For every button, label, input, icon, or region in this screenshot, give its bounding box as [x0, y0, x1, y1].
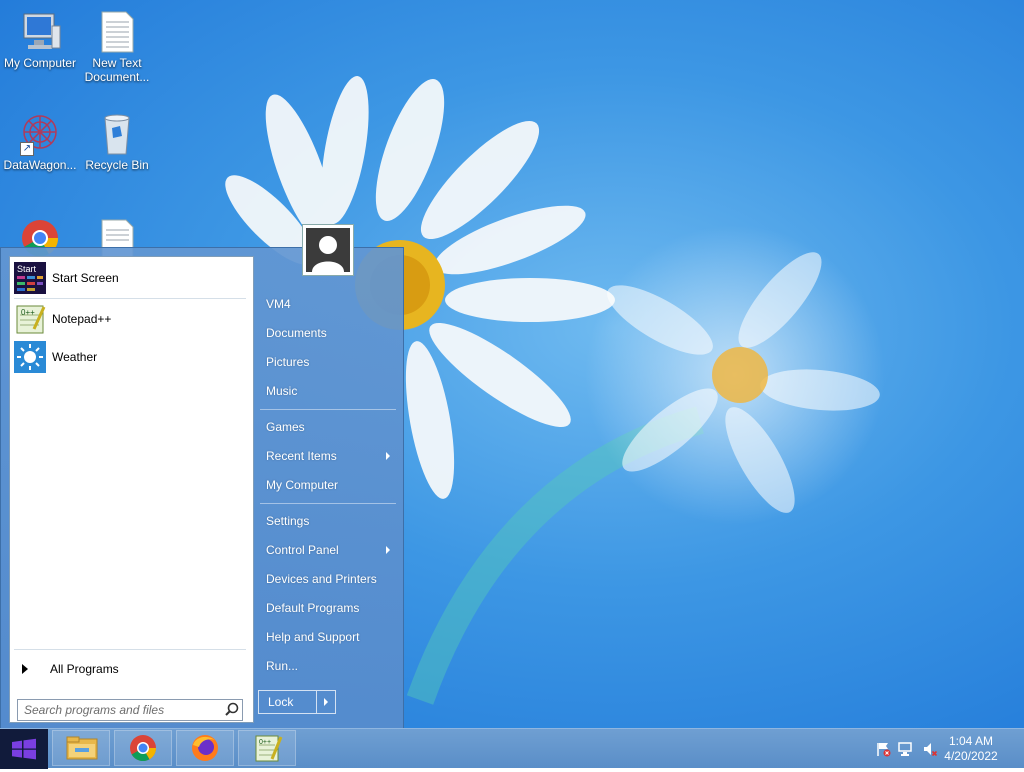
place-music[interactable]: Music: [266, 381, 396, 401]
start-menu-programs-pane: Start Start Screen 0++ Notepad++ Weather…: [9, 256, 254, 723]
folder-icon: [66, 736, 98, 760]
taskbar-firefox[interactable]: [176, 730, 234, 766]
place-label: My Computer: [266, 478, 339, 492]
desktop-icon-label: DataWagon...: [3, 158, 77, 172]
place-control-panel[interactable]: Control Panel: [266, 540, 396, 560]
start-screen-badge-text: Start: [17, 264, 37, 274]
place-recent-items[interactable]: Recent Items: [266, 446, 396, 466]
search-icon[interactable]: [222, 700, 242, 720]
lock-button[interactable]: Lock: [258, 690, 336, 714]
svg-text:0++: 0++: [259, 739, 271, 746]
action-center-flag-icon[interactable]: [875, 741, 891, 757]
chrome-icon: [130, 735, 157, 762]
network-icon[interactable]: [898, 741, 914, 757]
submenu-arrow-icon: [386, 546, 390, 554]
computer-icon: [16, 10, 64, 54]
power-options-arrow-icon[interactable]: [316, 691, 335, 713]
lock-label: Lock: [268, 695, 294, 709]
place-label: Pictures: [266, 355, 310, 369]
taskbar: 0++ 1:04 AM 4/20/2022: [0, 728, 1024, 769]
search-box: [17, 699, 243, 721]
system-clock[interactable]: 1:04 AM 4/20/2022: [936, 734, 1006, 764]
desktop-icon-label: My Computer: [3, 56, 77, 70]
desktop-icon-my-computer[interactable]: My Computer: [0, 10, 80, 70]
windows-logo-icon: [12, 738, 36, 760]
expand-arrow-icon: [22, 664, 28, 674]
start-button[interactable]: [0, 729, 48, 769]
all-programs-separator: [14, 649, 246, 650]
taskbar-file-explorer[interactable]: [52, 730, 110, 766]
places-separator: [260, 409, 396, 410]
shortcut-arrow-icon: ↗: [20, 142, 34, 156]
place-default-programs[interactable]: Default Programs: [266, 598, 396, 618]
desktop-icon-new-text-document[interactable]: New Text Document...: [77, 10, 157, 84]
search-input[interactable]: [18, 702, 222, 718]
place-label: Devices and Printers: [266, 572, 377, 586]
notepad-plus-plus-icon: 0++: [255, 735, 283, 762]
place-label: Run...: [266, 659, 299, 673]
desktop-icon-recycle-bin[interactable]: Recycle Bin: [77, 112, 157, 172]
user-icon: [306, 228, 350, 272]
pinned-item-label: Notepad++: [52, 312, 112, 326]
place-label: Recent Items: [266, 449, 337, 463]
user-account-picture[interactable]: [302, 224, 354, 276]
place-label: Control Panel: [266, 543, 339, 557]
place-label: Music: [266, 384, 298, 398]
text-document-icon: [93, 10, 141, 54]
desktop-icon-label: New Text Document...: [84, 56, 150, 84]
place-label: Documents: [266, 326, 327, 340]
place-label: Games: [266, 420, 305, 434]
place-documents[interactable]: Documents: [266, 323, 396, 343]
pinned-separator: [14, 298, 246, 299]
place-devices-and-printers[interactable]: Devices and Printers: [266, 569, 396, 589]
place-label: Settings: [266, 514, 310, 528]
pinned-notepad-plus-plus[interactable]: 0++ Notepad++: [14, 302, 248, 336]
submenu-arrow-icon: [386, 452, 390, 460]
desktop-icon-datawagon[interactable]: ↗ DataWagon...: [0, 112, 80, 172]
pinned-item-label: Weather: [52, 350, 98, 364]
taskbar-chrome[interactable]: [114, 730, 172, 766]
place-games[interactable]: Games: [266, 417, 396, 437]
taskbar-notepad-plus-plus[interactable]: 0++: [238, 730, 296, 766]
clock-time: 1:04 AM: [948, 734, 994, 748]
clock-date: 4/20/2022: [944, 749, 998, 763]
place-pictures[interactable]: Pictures: [266, 352, 396, 372]
weather-icon: [14, 341, 46, 373]
place-label: Help and Support: [266, 630, 360, 644]
datawagon-icon: ↗: [16, 112, 64, 156]
recycle-bin-icon: [93, 112, 141, 156]
all-programs-button[interactable]: All Programs: [14, 656, 248, 682]
place-user-folder[interactable]: VM4: [266, 294, 396, 314]
place-help-and-support[interactable]: Help and Support: [266, 627, 396, 647]
all-programs-label: All Programs: [50, 662, 119, 676]
firefox-icon: [192, 735, 218, 761]
start-screen-icon: Start: [14, 262, 46, 294]
pinned-item-label: Start Screen: [52, 271, 119, 285]
pinned-start-screen[interactable]: Start Start Screen: [14, 261, 248, 295]
place-label: Default Programs: [266, 601, 360, 615]
places-separator: [260, 503, 396, 504]
svg-text:0++: 0++: [21, 308, 35, 317]
notepad-plus-plus-icon: 0++: [14, 303, 46, 335]
desktop-icon-label: Recycle Bin: [85, 158, 149, 172]
pinned-weather[interactable]: Weather: [14, 340, 248, 374]
place-settings[interactable]: Settings: [266, 511, 396, 531]
place-run[interactable]: Run...: [266, 656, 396, 676]
place-my-computer[interactable]: My Computer: [266, 475, 396, 495]
place-label: VM4: [266, 297, 291, 311]
